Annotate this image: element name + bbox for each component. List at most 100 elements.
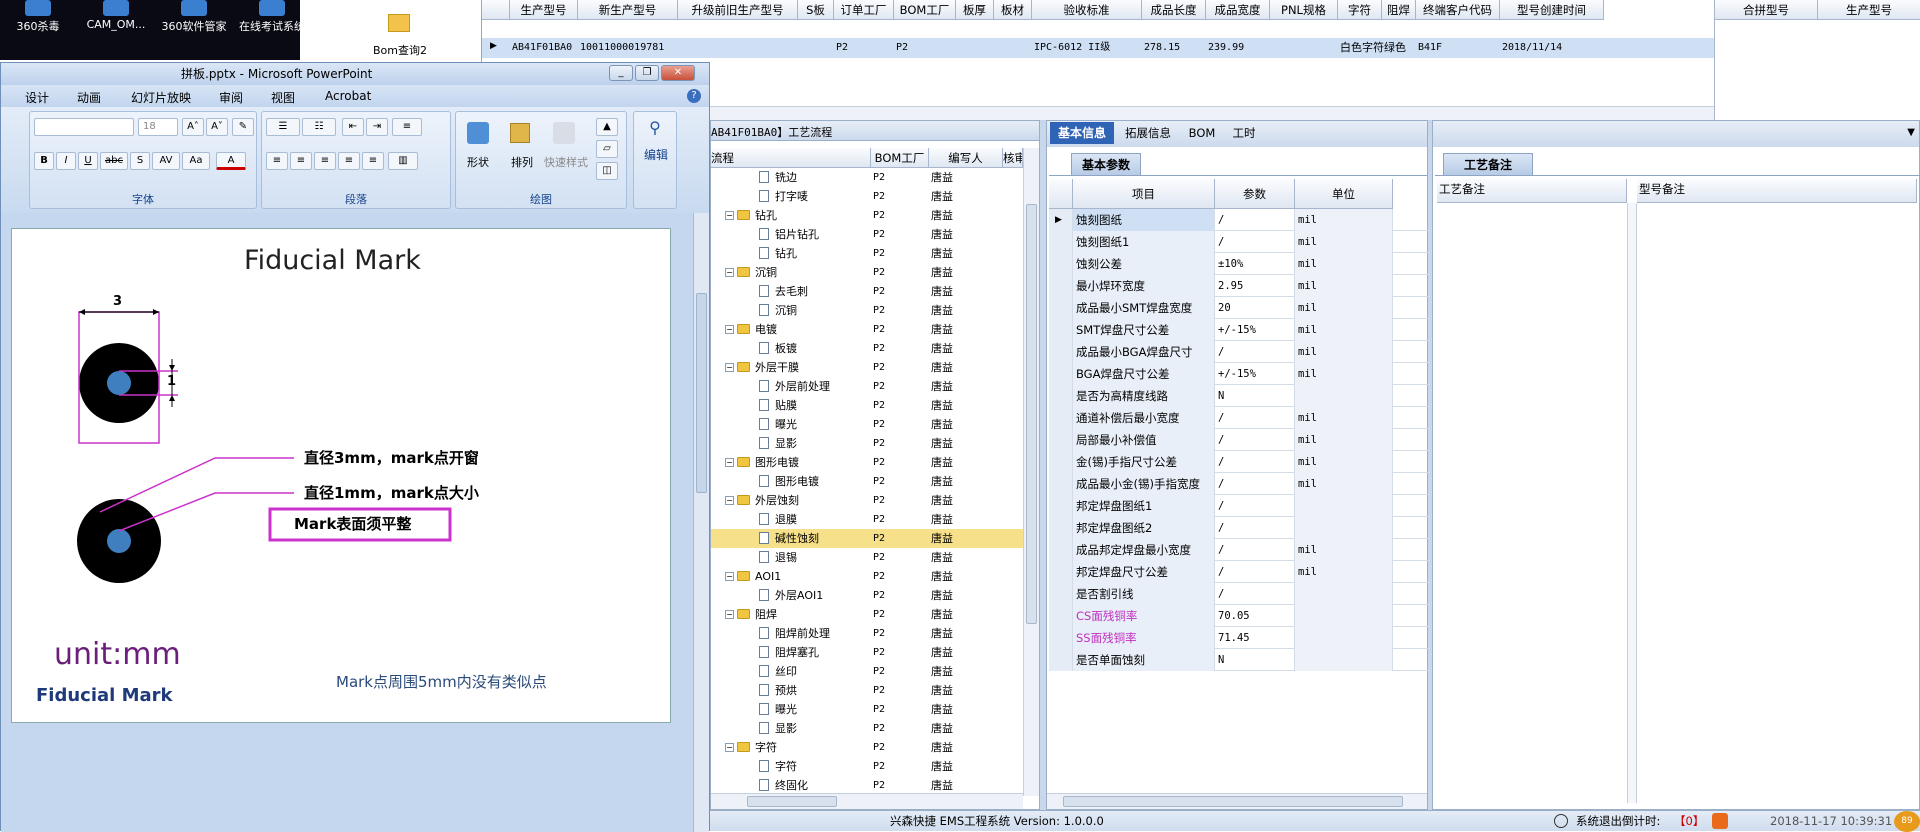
quick-style-icon[interactable] [548, 118, 580, 152]
bold-button[interactable]: B [34, 152, 54, 170]
tree-folder-row[interactable]: − 外层蚀刻 P2 唐益 [711, 491, 1023, 510]
param-value[interactable]: / [1215, 209, 1295, 231]
ribbon-tab[interactable]: 动画 [77, 89, 101, 106]
italic-button[interactable]: I [56, 152, 76, 170]
collapse-icon[interactable]: − [725, 743, 734, 752]
tree-item-row[interactable]: 贴膜 P2 唐益 [711, 396, 1023, 415]
collapse-icon[interactable]: − [725, 325, 734, 334]
table-row[interactable]: BGA焊盘尺寸公差 +/-15% mil [1049, 363, 1429, 385]
tree-item-row[interactable]: 显影 P2 唐益 [711, 434, 1023, 453]
tree-item-row[interactable]: 外层前处理 P2 唐益 [711, 377, 1023, 396]
tree-item-row[interactable]: 板镀 P2 唐益 [711, 339, 1023, 358]
column-header[interactable]: 阻焊 [1382, 0, 1416, 20]
props-tab[interactable]: 拓展信息 [1116, 122, 1180, 144]
shadow-button[interactable]: S [130, 152, 150, 170]
collapse-icon[interactable]: − [725, 458, 734, 467]
tree-item-row[interactable]: 外层AOI1 P2 唐益 [711, 586, 1023, 605]
desktop-icon-4[interactable]: 在线考试系统 [234, 0, 310, 36]
table-row[interactable]: 邦定焊盘图纸2/ [1049, 517, 1429, 539]
table-row[interactable]: CS面残铜率 70.05 [1049, 605, 1429, 627]
table-row[interactable]: 最小焊环宽度 2.95 mil [1049, 275, 1429, 297]
tree-folder-row[interactable]: − 阻焊 P2 唐益 [711, 605, 1023, 624]
align-center-button[interactable]: ≡ [290, 152, 312, 170]
column-header[interactable]: 字符 [1338, 0, 1382, 20]
decrease-indent-button[interactable]: ⇤ [342, 118, 364, 136]
table-row[interactable]: 通道补偿后最小宽度 / mil [1049, 407, 1429, 429]
table-cell[interactable] [680, 38, 800, 57]
param-value[interactable]: N [1215, 385, 1295, 407]
folder-icon[interactable] [388, 14, 410, 32]
line-spacing-button[interactable]: ≡ [392, 118, 422, 136]
collapse-icon[interactable]: − [725, 496, 734, 505]
column-header[interactable]: 验收标准 [1032, 0, 1142, 20]
table-row[interactable]: 成品最小SMT焊盘宽度 20 mil [1049, 297, 1429, 319]
param-value[interactable]: / [1215, 583, 1295, 605]
param-value[interactable]: / [1215, 539, 1295, 561]
tree-item-row[interactable]: 曝光 P2 唐益 [711, 700, 1023, 719]
numbering-button[interactable]: ☷ [302, 118, 336, 136]
param-value[interactable]: / [1215, 231, 1295, 253]
table-row[interactable]: 蚀刻公差 ±10% mil [1049, 253, 1429, 275]
param-value[interactable]: / [1215, 517, 1295, 539]
increase-indent-button[interactable]: ⇥ [366, 118, 388, 136]
tree-column-header[interactable]: BOM工厂 [871, 148, 929, 168]
ribbon-tab[interactable]: 视图 [271, 89, 295, 106]
table-row[interactable]: ▶ 蚀刻图纸 / mil [1049, 209, 1429, 231]
desktop-icon-2[interactable]: CAM_OM... [78, 0, 154, 36]
tree-item-row[interactable]: 预烘 P2 唐益 [711, 681, 1023, 700]
table-cell[interactable]: 278.15 [1144, 38, 1208, 57]
param-value[interactable]: / [1215, 495, 1295, 517]
param-value[interactable]: N [1215, 649, 1295, 671]
font-color-button[interactable]: A [216, 152, 246, 170]
tree-folder-row[interactable]: − 钻孔 P2 唐益 [711, 206, 1023, 225]
table-row[interactable]: 邦定焊盘尺寸公差 / mil [1049, 561, 1429, 583]
ime-icon[interactable] [1712, 813, 1728, 829]
table-cell[interactable]: P2 [836, 38, 896, 57]
table-row[interactable]: 金(锡)手指尺寸公差 / mil [1049, 451, 1429, 473]
column-header[interactable]: 生产型号 [510, 0, 578, 20]
param-value[interactable]: +/-15% [1215, 363, 1295, 385]
tree-item-row[interactable]: 铣边 P2 唐益 [711, 168, 1023, 187]
fill-icon[interactable]: ▲ [596, 118, 618, 136]
table-cell[interactable]: 239.99 [1208, 38, 1272, 57]
font-name-input[interactable] [34, 118, 134, 136]
table-cell[interactable]: P2 [896, 38, 958, 57]
tree-folder-row[interactable]: − AOI1 P2 唐益 [711, 567, 1023, 586]
table-cell[interactable]: B41F [1418, 38, 1502, 57]
slide-scrollbar[interactable] [693, 213, 709, 832]
tree-item-row[interactable]: 沉铜 P2 唐益 [711, 301, 1023, 320]
column-header[interactable]: PNL规格 [1270, 0, 1338, 20]
tree-item-row[interactable]: 退膜 P2 唐益 [711, 510, 1023, 529]
tab-basic-params[interactable]: 基本参数 [1071, 153, 1141, 175]
justify-button[interactable]: ≡ [338, 152, 360, 170]
table-cell[interactable]: 2018/11/14 [1502, 38, 1606, 57]
edit-button[interactable]: 编辑 [634, 146, 678, 163]
param-value[interactable]: +/-15% [1215, 319, 1295, 341]
tree-folder-row[interactable]: − 电镀 P2 唐益 [711, 320, 1023, 339]
minimize-button[interactable]: _ [609, 65, 633, 81]
tree-item-row[interactable]: 图形电镀 P2 唐益 [711, 472, 1023, 491]
close-button[interactable]: ✕ [661, 65, 695, 81]
collapse-icon[interactable]: − [725, 363, 734, 372]
outline-icon[interactable]: ▱ [596, 140, 618, 158]
param-value[interactable]: / [1215, 429, 1295, 451]
columns-button[interactable]: ▥ [388, 152, 418, 170]
column-header[interactable]: 升级前旧生产型号 [678, 0, 798, 20]
param-value[interactable]: / [1215, 473, 1295, 495]
tree-scroll-thumb[interactable] [1026, 204, 1037, 624]
table-row[interactable]: SMT焊盘尺寸公差 +/-15% mil [1049, 319, 1429, 341]
column-header[interactable]: 合拼型号 [1715, 0, 1818, 20]
quick-style-button[interactable]: 快速样式 [540, 154, 592, 170]
tree-item-row[interactable]: 字符 P2 唐益 [711, 757, 1023, 776]
splitter-right[interactable] [1428, 120, 1432, 810]
help-icon[interactable]: ? [687, 89, 701, 103]
arrange-icon[interactable] [504, 118, 536, 152]
table-row[interactable]: 邦定焊盘图纸1/ [1049, 495, 1429, 517]
props-tab[interactable]: 工时 [1224, 122, 1264, 144]
tree-item-row[interactable]: 丝印 P2 唐益 [711, 662, 1023, 681]
props-column-header[interactable]: 参数 [1215, 179, 1295, 209]
font-size-input[interactable]: 18 [138, 118, 178, 136]
column-header[interactable]: 订单工厂 [834, 0, 894, 20]
column-header[interactable]: 新生产型号 [578, 0, 678, 20]
desktop-icon-3[interactable]: 360软件管家 [156, 0, 232, 36]
